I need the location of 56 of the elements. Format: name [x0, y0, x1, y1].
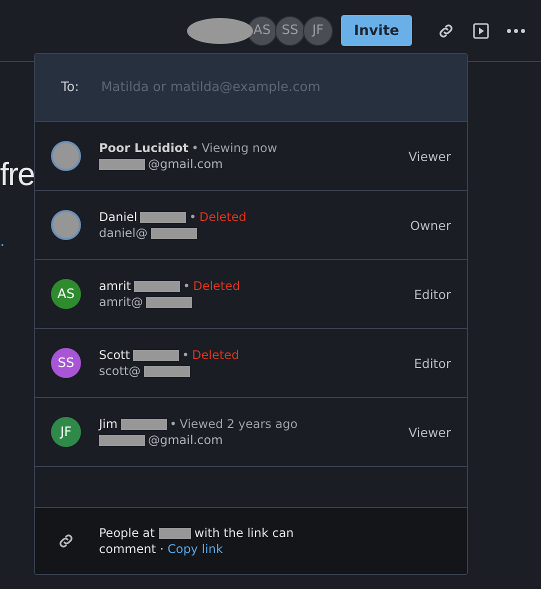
- person-name: amrit: [99, 279, 132, 293]
- avatar: AS: [51, 279, 81, 309]
- link-sharing-text: People at with the link can comment · Copy link: [99, 525, 295, 557]
- more-icon: [506, 28, 524, 32]
- to-label: To:: [61, 80, 80, 95]
- link-icon: [436, 22, 454, 40]
- person-name: Jim: [99, 417, 118, 431]
- redaction-block: [99, 434, 145, 446]
- person-row[interactable]: JF Jim • Viewed 2 years ago @gmail.com Viewer: [35, 398, 467, 467]
- redaction-block: [132, 350, 179, 360]
- person-email: @gmail.com: [148, 157, 223, 171]
- person-status: Deleted: [199, 210, 246, 224]
- avatar: JF: [51, 417, 81, 447]
- person-email: amrit@: [99, 295, 144, 309]
- separator: •: [183, 279, 190, 293]
- avatar: SS: [51, 348, 81, 378]
- person-name: Scott: [99, 348, 130, 362]
- separator: •: [182, 348, 190, 362]
- person-email: daniel@: [99, 226, 148, 240]
- person-row[interactable]: AS amrit • Deleted amrit@ Editor: [35, 260, 467, 329]
- redaction-block: [144, 366, 190, 376]
- role-label[interactable]: Editor: [414, 286, 451, 302]
- redaction-block: [140, 212, 186, 222]
- redaction-block: [134, 280, 180, 292]
- person-row[interactable]: Daniel • Deleted daniel@ Owner: [35, 191, 467, 260]
- link-icon: [57, 532, 75, 550]
- separator: •: [189, 210, 196, 224]
- invite-button[interactable]: Invite: [341, 15, 412, 46]
- person-email: scott@: [99, 364, 141, 378]
- role-label[interactable]: Owner: [410, 218, 451, 232]
- person-name: Poor Lucidiot: [99, 141, 188, 155]
- role-label[interactable]: Viewer: [408, 424, 451, 440]
- redaction-block: [99, 158, 145, 170]
- person-row[interactable]: Poor Lucidiot • Viewing now @gmail.com Viewer: [35, 122, 467, 191]
- document-heading: fre: [0, 156, 34, 193]
- person-email: @gmail.com: [148, 433, 223, 447]
- person-row[interactable]: SS Scott • Deleted scott@ Editor: [35, 329, 467, 398]
- copy-link[interactable]: Copy link: [167, 542, 223, 556]
- play-icon: [472, 22, 488, 38]
- role-label[interactable]: Viewer: [408, 148, 451, 164]
- separator: •: [170, 417, 177, 431]
- avatar: [51, 141, 81, 171]
- person-status: Deleted: [193, 279, 240, 293]
- person-name: Daniel: [99, 210, 138, 224]
- avatar: [51, 210, 81, 240]
- person-status: Viewing now: [202, 141, 278, 155]
- role-label[interactable]: Editor: [414, 356, 451, 370]
- redaction-block: [120, 418, 167, 430]
- document-link[interactable]: .: [0, 232, 5, 250]
- person-status: Viewed 2 years ago: [180, 417, 298, 431]
- redaction-block: [158, 528, 191, 540]
- person-status: Deleted: [192, 348, 240, 362]
- redaction-block: [150, 228, 197, 238]
- separator: •: [191, 141, 199, 155]
- redaction-block: [146, 296, 192, 308]
- redaction-block: [187, 18, 253, 44]
